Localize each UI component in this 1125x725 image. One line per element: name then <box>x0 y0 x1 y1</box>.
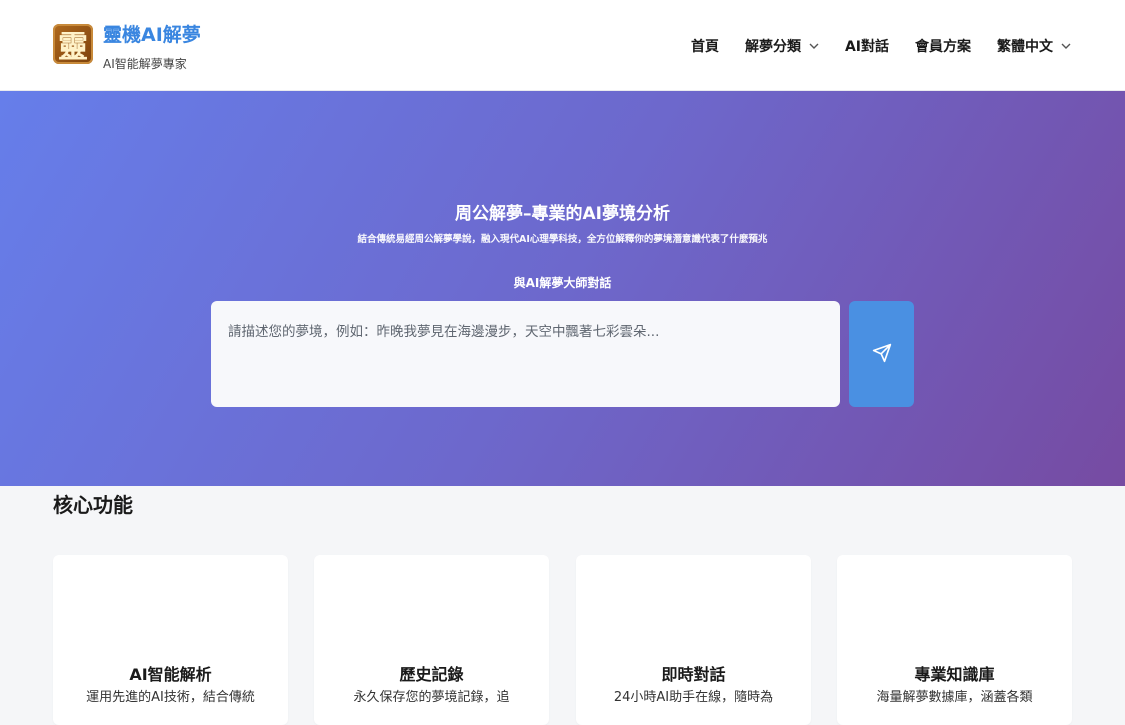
brand[interactable]: 靈 靈機AI解夢 AI智能解夢專家 <box>53 24 201 72</box>
brand-text: 靈機AI解夢 AI智能解夢專家 <box>103 24 201 72</box>
nav-home-label: 首頁 <box>690 39 719 55</box>
paper-plane-icon <box>872 343 892 366</box>
feature-card-history[interactable]: 歷史記錄 永久保存您的夢境記錄，追 <box>314 555 549 725</box>
nav-language-select[interactable]: 繁體中文 <box>997 36 1071 56</box>
hero-title: 周公解夢–專業的AI夢境分析 <box>455 204 670 224</box>
hero-section: 周公解夢–專業的AI夢境分析 結合傳統易經周公解夢學說，融入現代AI心理學科技，… <box>0 91 1125 486</box>
feature-card-desc: 永久保存您的夢境記錄，追 <box>353 690 510 705</box>
chevron-down-icon <box>809 41 819 52</box>
feature-card-instant-chat[interactable]: 即時對話 24小時AI助手在線，隨時為 <box>576 555 811 725</box>
nav-language-label: 繁體中文 <box>997 39 1053 55</box>
features-title: 核心功能 <box>53 493 133 517</box>
feature-card-desc: 海量解夢數據庫，涵蓋各類 <box>876 690 1033 705</box>
hero-subtitle: 結合傳統易經周公解夢學說，融入現代AI心理學科技，全方位解釋你的夢境潛意識代表了… <box>357 234 768 245</box>
main-nav: 首頁 解夢分類 AI對話 會員方案 繁體中文 <box>665 36 1071 56</box>
feature-card-desc: 運用先進的AI技術，結合傳統 <box>86 690 255 705</box>
feature-card-title: 專業知識庫 <box>914 665 995 684</box>
feature-card-title: 歷史記錄 <box>399 665 464 684</box>
nav-membership[interactable]: 會員方案 <box>915 36 971 56</box>
nav-home[interactable]: 首頁 <box>691 36 719 56</box>
feature-card-ai-analysis[interactable]: AI智能解析 運用先進的AI技術，結合傳統 <box>53 555 288 725</box>
feature-card-title: 即時對話 <box>661 665 726 684</box>
nav-membership-label: 會員方案 <box>915 39 971 55</box>
brand-name[interactable]: 靈機AI解夢 <box>103 24 201 46</box>
nav-dream-categories[interactable]: 解夢分類 <box>745 36 819 56</box>
logo-icon: 靈 <box>53 24 93 65</box>
chevron-down-icon <box>1061 41 1071 52</box>
send-button[interactable] <box>849 301 914 407</box>
nav-dream-categories-label: 解夢分類 <box>744 39 801 55</box>
chat-label: 與AI解夢大師對話 <box>513 276 612 290</box>
feature-card-knowledge-base[interactable]: 專業知識庫 海量解夢數據庫，涵蓋各類 <box>837 555 1072 725</box>
feature-card-desc: 24小時AI助手在線，隨時為 <box>613 690 774 705</box>
feature-card-title: AI智能解析 <box>129 665 212 684</box>
brand-tagline: AI智能解夢專家 <box>103 57 187 71</box>
site-header: 靈 靈機AI解夢 AI智能解夢專家 首頁 解夢分類 AI對話 會員方案 繁體中文 <box>0 0 1125 91</box>
dream-input[interactable] <box>211 301 840 407</box>
nav-ai-chat-label: AI對話 <box>844 39 889 55</box>
nav-ai-chat[interactable]: AI對話 <box>845 36 889 56</box>
